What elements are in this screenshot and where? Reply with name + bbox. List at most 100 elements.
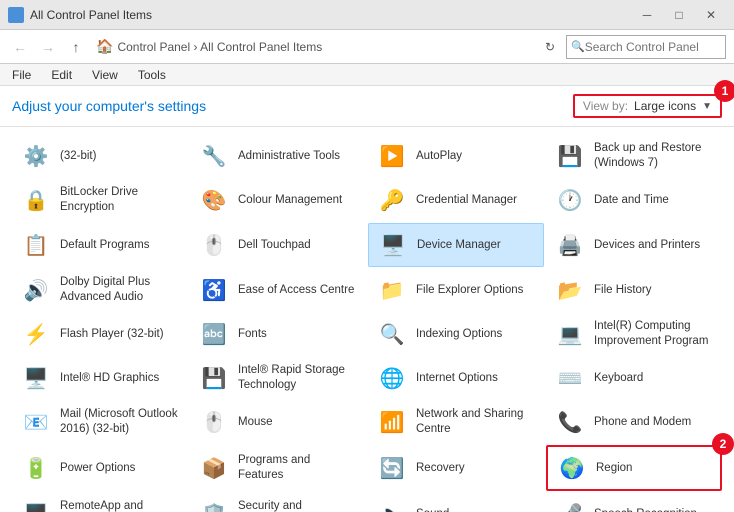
item-label: AutoPlay — [416, 149, 462, 164]
search-box[interactable]: 🔍 — [566, 35, 726, 59]
badge-2: 2 — [712, 433, 734, 455]
item-label: Intel® Rapid Storage Technology — [238, 363, 358, 393]
item-label: Security and Maintenance — [238, 499, 358, 512]
list-item[interactable]: 🎨Colour Management — [190, 179, 366, 221]
list-item[interactable]: 🖨️Devices and Printers — [546, 223, 722, 267]
item-icon: 🛡️ — [198, 498, 230, 512]
item-icon: 🖱️ — [198, 229, 230, 261]
item-label: Credential Manager — [416, 193, 517, 208]
item-icon: 🔒 — [20, 184, 52, 216]
item-label: Indexing Options — [416, 327, 502, 342]
list-item[interactable]: ♿ Ease of Access Centre — [190, 269, 366, 311]
item-icon: 💻 — [554, 318, 586, 350]
list-item[interactable]: ⚙️ (32-bit) — [12, 135, 188, 177]
list-item[interactable]: 📁File Explorer Options — [368, 269, 544, 311]
item-icon: 🔈 — [376, 498, 408, 512]
list-item[interactable]: 📦Programs and Features — [190, 445, 366, 491]
item-label: Intel(R) Computing Improvement Program — [594, 319, 714, 349]
list-item[interactable]: 🔒BitLocker Drive Encryption — [12, 179, 188, 221]
list-item[interactable]: 🖥️Intel® HD Graphics — [12, 357, 188, 399]
list-item[interactable]: 🕐Date and Time — [546, 179, 722, 221]
forward-button[interactable]: → — [36, 35, 60, 59]
breadcrumb-icon: 🏠 — [96, 38, 113, 55]
item-icon: 🔍 — [376, 318, 408, 350]
search-input[interactable] — [585, 40, 719, 54]
page-title: Adjust your computer's settings — [12, 98, 206, 114]
list-item[interactable]: 💻 Intel(R) Computing Improvement Program — [546, 313, 722, 355]
item-label: Speech Recognition — [594, 507, 697, 512]
list-item[interactable]: 💾Intel® Rapid Storage Technology — [190, 357, 366, 399]
list-item[interactable]: 🔑 Credential Manager — [368, 179, 544, 221]
list-item[interactable]: 🎤Speech Recognition — [546, 493, 722, 512]
list-item[interactable]: 📶Network and Sharing Centre — [368, 401, 544, 443]
menu-view[interactable]: View — [88, 66, 122, 84]
items-grid: ⚙️ (32-bit) 🔧 Administrative Tools ▶️ AutoPla… — [12, 135, 722, 512]
item-label: RemoteApp and Desktop Connections — [60, 499, 180, 512]
items-container: ⚙️ (32-bit) 🔧 Administrative Tools ▶️ AutoPla… — [0, 127, 734, 512]
breadcrumb: 🏠 Control Panel › All Control Panel Item… — [96, 38, 322, 55]
list-item[interactable]: ⌨️Keyboard — [546, 357, 722, 399]
title-bar-controls: ─ □ ✕ — [632, 5, 726, 25]
back-button[interactable]: ← — [8, 35, 32, 59]
item-icon: 📁 — [376, 274, 408, 306]
list-item[interactable]: 📂File History — [546, 269, 722, 311]
up-button[interactable]: ↑ — [64, 35, 88, 59]
list-item[interactable]: 🛡️ Security and Maintenance — [190, 493, 366, 512]
list-item[interactable]: 🔧 Administrative Tools — [190, 135, 366, 177]
item-label: Ease of Access Centre — [238, 283, 354, 298]
item-label: Default Programs — [60, 238, 149, 253]
list-item[interactable]: 🌐Internet Options — [368, 357, 544, 399]
item-icon: 📋 — [20, 229, 52, 261]
item-label: Administrative Tools — [238, 149, 340, 164]
item-label: Sound — [416, 507, 449, 512]
title-bar: All Control Panel Items ─ □ ✕ — [0, 0, 734, 30]
item-label: Back up and Restore (Windows 7) — [594, 141, 714, 171]
item-icon: 🖥️ — [377, 229, 409, 261]
list-item[interactable]: 📋 Default Programs — [12, 223, 188, 267]
menu-tools[interactable]: Tools — [134, 66, 170, 84]
list-item[interactable]: 📞Phone and Modem — [546, 401, 722, 443]
item-label: Devices and Printers — [594, 238, 700, 253]
list-item[interactable]: 🔤Fonts — [190, 313, 366, 355]
list-item[interactable]: 💾Back up and Restore (Windows 7) — [546, 135, 722, 177]
app-icon — [8, 7, 24, 23]
list-item[interactable]: ⚡Flash Player (32-bit) — [12, 313, 188, 355]
item-icon: 🎨 — [198, 184, 230, 216]
item-label: Mail (Microsoft Outlook 2016) (32-bit) — [60, 407, 180, 437]
menu-edit[interactable]: Edit — [47, 66, 76, 84]
list-item[interactable]: 🔊Dolby Digital Plus Advanced Audio — [12, 269, 188, 311]
refresh-button[interactable]: ↻ — [538, 35, 562, 59]
item-icon: 🔋 — [20, 452, 52, 484]
list-item[interactable]: ▶️ AutoPlay — [368, 135, 544, 177]
list-item[interactable]: 🖱️Dell Touchpad — [190, 223, 366, 267]
menu-file[interactable]: File — [8, 66, 35, 84]
item-icon: 🔑 — [376, 184, 408, 216]
item-label: Flash Player (32-bit) — [60, 327, 164, 342]
close-button[interactable]: ✕ — [696, 5, 726, 25]
item-icon: 🌐 — [376, 362, 408, 394]
list-item[interactable]: 🖥️ RemoteApp and Desktop Connections — [12, 493, 188, 512]
list-item[interactable]: 🔄Recovery — [368, 445, 544, 491]
view-by-selector[interactable]: View by: Large icons ▼ — [573, 94, 722, 118]
item-label: Power Options — [60, 461, 135, 476]
list-item[interactable]: 🖱️Mouse — [190, 401, 366, 443]
item-label: Dolby Digital Plus Advanced Audio — [60, 275, 180, 305]
item-icon: ♿ — [198, 274, 230, 306]
item-icon: ▶️ — [376, 140, 408, 172]
maximize-button[interactable]: □ — [664, 5, 694, 25]
list-item[interactable]: 🖥️Device Manager — [368, 223, 544, 267]
minimize-button[interactable]: ─ — [632, 5, 662, 25]
search-icon: 🔍 — [571, 40, 585, 53]
item-label: Intel® HD Graphics — [60, 371, 159, 386]
list-item[interactable]: 🔍 Indexing Options — [368, 313, 544, 355]
list-item[interactable]: 🌍Region2 — [546, 445, 722, 491]
item-icon: 🖥️ — [20, 498, 52, 512]
item-icon: ⚙️ — [20, 140, 52, 172]
list-item[interactable]: 🔋 Power Options — [12, 445, 188, 491]
item-icon: 🔧 — [198, 140, 230, 172]
item-icon: 📞 — [554, 406, 586, 438]
item-icon: 🔤 — [198, 318, 230, 350]
item-label: (32-bit) — [60, 149, 96, 164]
list-item[interactable]: 🔈 Sound — [368, 493, 544, 512]
list-item[interactable]: 📧Mail (Microsoft Outlook 2016) (32-bit) — [12, 401, 188, 443]
